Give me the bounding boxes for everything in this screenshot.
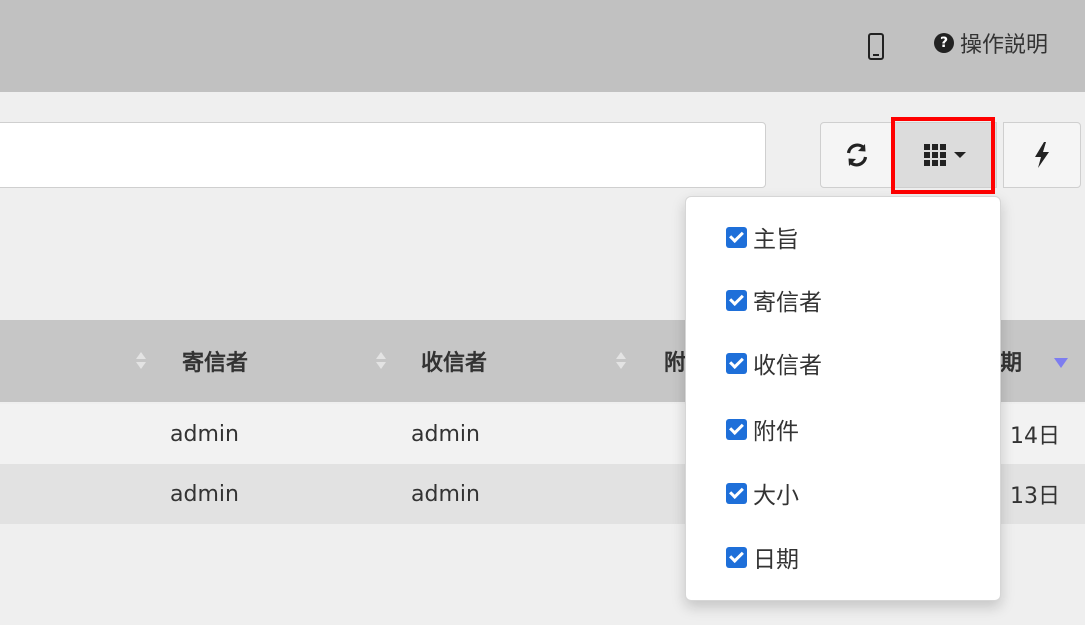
help-label: 操作説明 (960, 33, 1049, 58)
checkbox-checked-icon[interactable] (726, 226, 747, 248)
checkbox-checked-icon[interactable] (726, 352, 747, 374)
sort-icon[interactable] (376, 352, 386, 372)
column-header-attachment[interactable]: 附 (664, 320, 686, 402)
menu-item-size[interactable]: 大小 (726, 473, 799, 513)
top-bar: ? 操作説明 (0, 0, 1085, 92)
checkbox-checked-icon[interactable] (726, 289, 747, 311)
date-cell: 13日 (1010, 484, 1060, 509)
menu-item-label: 附件 (753, 419, 799, 445)
checkbox-checked-icon[interactable] (726, 482, 747, 504)
columns-toggle-button[interactable] (893, 122, 997, 188)
menu-item-sender[interactable]: 寄信者 (726, 280, 822, 320)
menu-item-subject[interactable]: 主旨 (726, 217, 799, 257)
menu-item-recipient[interactable]: 收信者 (726, 343, 822, 383)
grid-icon (924, 144, 946, 166)
sort-icon[interactable] (136, 352, 146, 372)
menu-item-date[interactable]: 日期 (726, 537, 799, 577)
sender-cell: admin (170, 481, 239, 507)
lightning-icon (1035, 142, 1049, 168)
menu-item-label: 收信者 (753, 353, 822, 379)
sort-icon[interactable] (616, 352, 626, 372)
column-header-date[interactable]: 期 (1000, 320, 1022, 402)
mobile-icon[interactable] (868, 33, 884, 60)
menu-item-label: 寄信者 (753, 290, 822, 316)
question-circle-icon: ? (934, 33, 954, 53)
toggle-button[interactable] (1003, 122, 1081, 188)
refresh-button[interactable] (820, 122, 894, 188)
checkbox-checked-icon[interactable] (726, 418, 747, 440)
help-link[interactable]: ? 操作説明 (934, 28, 1048, 58)
menu-item-label: 日期 (753, 547, 799, 573)
column-header-sender[interactable]: 寄信者 (182, 320, 248, 402)
column-header-recipient[interactable]: 收信者 (421, 320, 487, 402)
column-visibility-menu: 主旨 寄信者 收信者 附件 大小 日期 (685, 196, 1001, 601)
menu-item-label: 大小 (753, 483, 799, 509)
menu-item-attachment[interactable]: 附件 (726, 409, 799, 449)
recipient-cell: admin (411, 481, 480, 507)
recipient-cell: admin (411, 421, 480, 447)
refresh-icon (846, 143, 868, 167)
date-cell: 14日 (1010, 424, 1060, 449)
sender-cell: admin (170, 421, 239, 447)
checkbox-checked-icon[interactable] (726, 546, 747, 568)
sort-desc-icon[interactable] (1054, 358, 1068, 368)
search-input[interactable] (0, 122, 766, 188)
caret-down-icon (954, 152, 966, 158)
menu-item-label: 主旨 (753, 227, 799, 253)
